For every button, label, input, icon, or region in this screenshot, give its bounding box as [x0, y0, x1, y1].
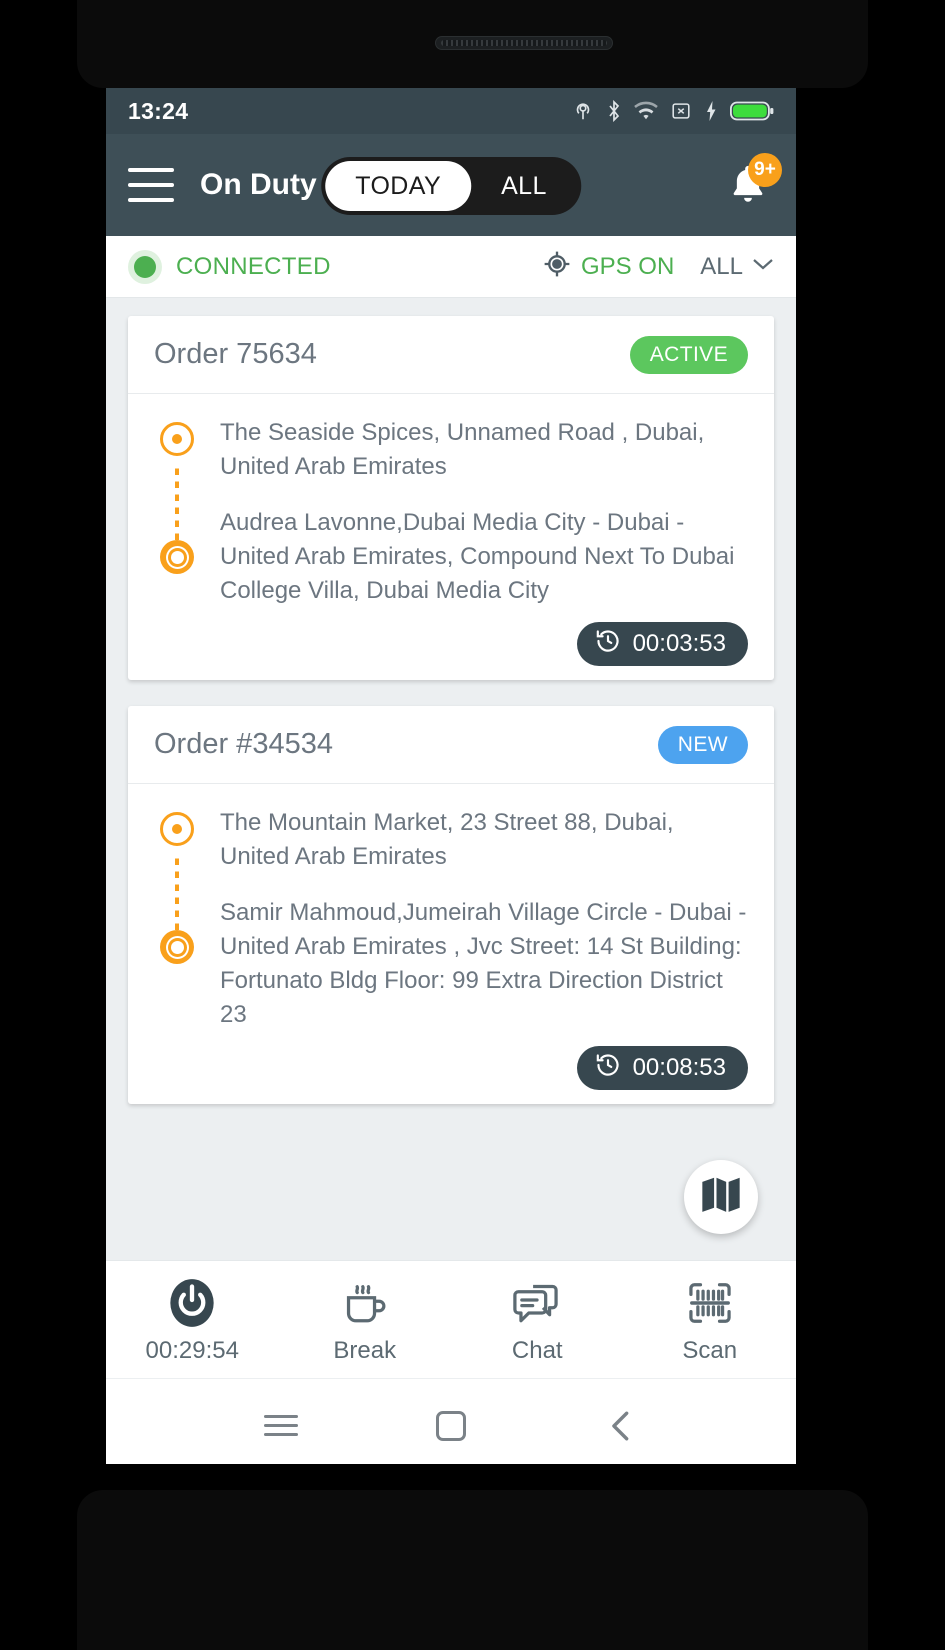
connection-indicator: CONNECTED	[128, 249, 331, 284]
order-card-body: The Mountain Market, 23 Street 88, Dubai…	[128, 784, 774, 1104]
map-icon	[700, 1176, 742, 1219]
order-title: Order 75634	[154, 338, 317, 370]
nav-label-chat: Chat	[511, 1336, 563, 1364]
app-bar: On Duty TODAY ALL 9+	[106, 134, 796, 236]
route-dotted-line	[175, 462, 179, 540]
dropoff-pin-icon	[160, 930, 194, 964]
chat-bubbles-icon	[511, 1275, 563, 1331]
status-bar-icons	[572, 100, 774, 122]
dropoff-address: Samir Mahmoud,Jumeirah Village Circle - …	[220, 899, 747, 1028]
phone-bottom-bezel	[77, 1490, 868, 1650]
connection-status-text: CONNECTED	[176, 252, 331, 280]
sim-off-icon	[670, 100, 692, 122]
phone-screen: 13:24 On Duty TODAY ALL 9+ CONNECTED GPS…	[106, 88, 796, 1464]
android-navigation-bar	[106, 1378, 796, 1464]
notifications-button[interactable]: 9+	[722, 153, 782, 213]
status-badge: ACTIVE	[629, 335, 748, 374]
order-list[interactable]: Order 75634 ACTIVE The Seaside Spices, U…	[106, 298, 796, 1260]
back-chevron-icon[interactable]	[586, 1391, 656, 1461]
route-block: The Seaside Spices, Unnamed Road , Dubai…	[154, 416, 748, 608]
order-card-header: Order #34534 NEW	[128, 706, 774, 784]
earpiece-speaker-mesh	[441, 40, 607, 46]
home-square	[436, 1410, 466, 1441]
order-timer-row: 00:03:53	[154, 622, 748, 666]
gps-status[interactable]: GPS ON	[543, 250, 674, 283]
order-card-header: Order 75634 ACTIVE	[128, 316, 774, 394]
notification-badge: 9+	[748, 153, 782, 187]
segment-today[interactable]: TODAY	[325, 161, 472, 211]
power-icon	[166, 1275, 218, 1331]
map-view-fab[interactable]	[684, 1160, 758, 1234]
hamburger-line	[128, 168, 174, 172]
hotspot-icon	[572, 100, 594, 122]
history-clock-icon	[595, 628, 621, 661]
nav-label-break: Break	[333, 1336, 397, 1364]
app-bar-title: On Duty	[200, 168, 317, 201]
battery-icon	[730, 100, 774, 122]
pickup-address: The Seaside Spices, Unnamed Road , Dubai…	[220, 419, 705, 480]
route-dotted-line	[175, 852, 179, 930]
nav-item-break[interactable]: Break	[279, 1275, 452, 1365]
order-timer-text: 00:08:53	[632, 1054, 726, 1081]
hamburger-line	[128, 183, 174, 187]
order-timer-text: 00:03:53	[632, 630, 726, 657]
history-clock-icon	[595, 1052, 621, 1085]
gps-crosshair-icon	[543, 250, 571, 283]
connected-dot-inner	[134, 255, 156, 278]
system-status-bar: 13:24	[106, 88, 796, 134]
route-rail	[154, 806, 208, 1032]
barcode-scan-icon	[684, 1275, 736, 1331]
route-rail	[154, 416, 208, 608]
order-filter-dropdown[interactable]: ALL	[700, 253, 774, 281]
dropoff-pin-icon	[160, 540, 194, 574]
dropoff-address: Audrea Lavonne,Dubai Media City - Dubai …	[220, 509, 735, 604]
route-block: The Mountain Market, 23 Street 88, Dubai…	[154, 806, 748, 1032]
wifi-icon	[634, 101, 658, 121]
status-badge: NEW	[657, 725, 748, 764]
today-all-toggle: TODAY ALL	[321, 157, 581, 215]
order-timer-row: 00:08:53	[154, 1046, 748, 1090]
connection-status-bar: CONNECTED GPS ON ALL	[106, 236, 796, 298]
order-title: Order #34534	[154, 728, 333, 760]
bluetooth-icon	[606, 100, 622, 122]
order-card[interactable]: Order 75634 ACTIVE The Seaside Spices, U…	[128, 316, 774, 680]
charging-bolt-icon	[704, 100, 718, 122]
order-timer-badge: 00:08:53	[576, 1046, 748, 1090]
connection-right-group: GPS ON ALL	[543, 250, 774, 283]
nav-label-duty-timer: 00:29:54	[145, 1336, 239, 1364]
phone-device: 13:24 On Duty TODAY ALL 9+ CONNECTED GPS…	[0, 0, 945, 1650]
bottom-nav-bar: 00:29:54 Break Chat Scan	[106, 1260, 796, 1378]
chevron-down-icon	[752, 257, 774, 276]
nav-item-duty-timer[interactable]: 00:29:54	[106, 1275, 279, 1365]
order-timer-badge: 00:03:53	[576, 622, 748, 666]
pickup-pin-icon	[160, 812, 194, 846]
nav-label-scan: Scan	[682, 1336, 738, 1364]
recents-lines	[264, 1409, 298, 1442]
home-square-icon[interactable]	[416, 1391, 486, 1461]
connected-dot-icon	[128, 249, 162, 284]
status-bar-clock: 13:24	[128, 97, 189, 124]
hamburger-menu-icon[interactable]	[128, 168, 174, 202]
coffee-cup-icon	[339, 1275, 391, 1331]
nav-item-scan[interactable]: Scan	[624, 1275, 797, 1365]
phone-top-bezel	[77, 0, 868, 88]
pickup-pin-icon	[160, 422, 194, 456]
segment-all[interactable]: ALL	[471, 161, 577, 211]
order-card-body: The Seaside Spices, Unnamed Road , Dubai…	[128, 394, 774, 680]
order-filter-label: ALL	[700, 252, 743, 280]
hamburger-line	[128, 198, 174, 202]
gps-status-text: GPS ON	[580, 252, 675, 280]
pickup-address: The Mountain Market, 23 Street 88, Dubai…	[220, 809, 674, 870]
recents-menu-icon[interactable]	[246, 1391, 316, 1461]
nav-item-chat[interactable]: Chat	[451, 1275, 624, 1365]
order-card[interactable]: Order #34534 NEW The Mountain Market, 23…	[128, 706, 774, 1104]
